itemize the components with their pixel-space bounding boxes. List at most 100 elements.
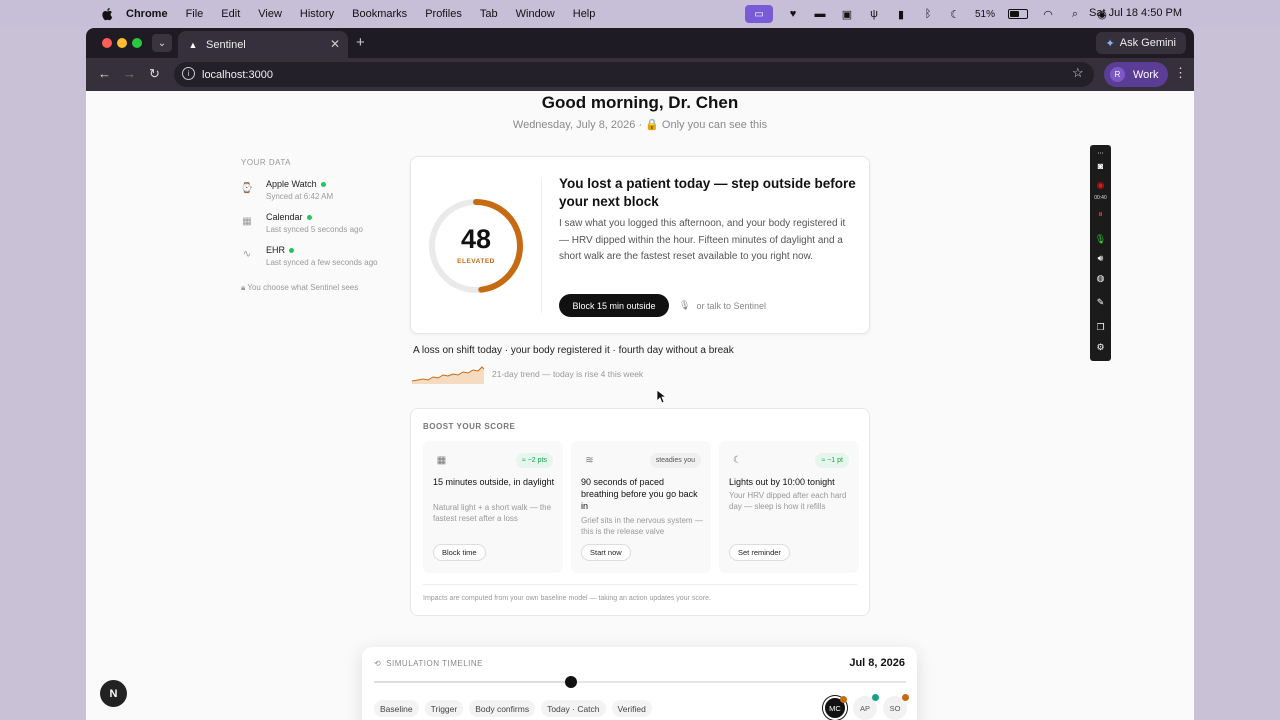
bluetooth-icon[interactable]: ᛒ [921, 7, 935, 21]
privacy-note: 🔒︎ You choose what Sentinel sees [241, 283, 401, 293]
breath-icon: ≋ [585, 455, 594, 466]
site-info-icon[interactable]: i [182, 67, 195, 80]
block-outside-button[interactable]: Block 15 min outside [559, 294, 669, 317]
gemini-sparkle-icon: ✦ [1105, 37, 1115, 50]
mouse-cursor-icon [657, 390, 667, 404]
action-description: Natural light + a short walk — the faste… [433, 503, 552, 523]
macos-menu-bar: Chrome File Edit View History Bookmarks … [0, 0, 1280, 27]
impact-badge: ≈ −1 pt [815, 453, 849, 468]
nextjs-dev-badge[interactable]: N [100, 680, 127, 707]
divider [541, 177, 542, 313]
start-now-button[interactable]: Start now [581, 544, 631, 561]
back-arrow-icon[interactable]: ← [98, 66, 111, 81]
close-window-button[interactable] [102, 38, 112, 48]
bookmark-star-icon[interactable]: ☆ [1072, 65, 1084, 81]
microphone-icon[interactable]: 🎙︎ [1093, 232, 1108, 247]
usb-icon[interactable]: ψ [867, 7, 881, 21]
fullscreen-window-button[interactable] [132, 38, 142, 48]
menu-history[interactable]: History [300, 8, 334, 20]
stage-baseline[interactable]: Baseline [374, 700, 419, 717]
block-time-button[interactable]: Block time [433, 544, 486, 561]
status-badge [872, 694, 879, 701]
windows-icon[interactable]: ❐ [1093, 320, 1108, 335]
forward-arrow-icon[interactable]: → [123, 66, 136, 81]
browser-window: ⌄ ▲ Sentinel ✕ + ✦ Ask Gemini ← → ↻ i lo… [86, 28, 1194, 720]
menu-bookmarks[interactable]: Bookmarks [352, 8, 407, 20]
annotate-icon[interactable]: ✎ [1093, 295, 1108, 310]
source-ehr[interactable]: ∿ EHR Last synced a few seconds ago [241, 245, 401, 267]
avatar-mc[interactable]: MC [823, 696, 847, 720]
avatar-initials: MC [829, 703, 841, 713]
avatar-ap[interactable]: AP [853, 694, 879, 720]
moon-icon[interactable]: ☾ [948, 7, 962, 21]
timeline-stages: Baseline Trigger Body confirms Today · C… [374, 700, 652, 717]
source-name: EHR [266, 245, 286, 255]
talk-to-sentinel-button[interactable]: 🎙︎ or talk to Sentinel [679, 300, 766, 311]
stage-today-catch[interactable]: Today · Catch [541, 700, 606, 717]
apple-icon[interactable] [100, 7, 114, 21]
action-title: Lights out by 10:00 tonight [729, 477, 835, 487]
watch-icon: ⌚ [240, 182, 254, 194]
menu-app-name[interactable]: Chrome [126, 8, 168, 20]
action-title: 15 minutes outside, in daylight [433, 477, 555, 487]
screen-share-icon[interactable]: ▭ [745, 5, 773, 23]
menu-help[interactable]: Help [573, 8, 596, 20]
minimize-window-button[interactable] [117, 38, 127, 48]
tab-search-icon[interactable]: ⌄ [152, 34, 172, 52]
source-calendar[interactable]: ▦ Calendar Last synced 5 seconds ago [241, 212, 401, 234]
profile-avatar: R [1110, 67, 1125, 82]
reload-icon[interactable]: ↻ [149, 66, 160, 82]
menu-clock[interactable]: Sat Jul 18 4:50 PM [1089, 7, 1182, 19]
address-bar[interactable]: i localhost:3000 [174, 62, 1094, 87]
stage-verified[interactable]: Verified [611, 700, 652, 717]
chrome-menu-icon[interactable]: ⋮ [1174, 65, 1187, 81]
ask-gemini-button[interactable]: ✦ Ask Gemini [1095, 32, 1186, 54]
speaker-icon[interactable]: 🔊︎ [1093, 251, 1108, 266]
source-name: Calendar [266, 212, 303, 222]
new-tab-icon[interactable]: + [356, 34, 365, 51]
menu-edit[interactable]: Edit [221, 8, 240, 20]
menu-view[interactable]: View [258, 8, 282, 20]
webcam-icon[interactable]: ◍ [1093, 271, 1108, 286]
score-value: 48 [460, 224, 492, 254]
avatar-so[interactable]: SO [883, 694, 909, 720]
stage-body-confirms[interactable]: Body confirms [469, 700, 536, 717]
source-apple-watch[interactable]: ⌚ Apple Watch Synced at 6:42 AM [241, 179, 401, 201]
timeline-knob[interactable] [564, 676, 577, 688]
insight-title: You lost a patient today — step outside … [559, 176, 856, 209]
menu-tab[interactable]: Tab [480, 8, 498, 20]
menu-window[interactable]: Window [516, 8, 555, 20]
timeline-fill [374, 681, 571, 683]
menu-file[interactable]: File [186, 8, 204, 20]
divider [423, 584, 857, 585]
menu-extra-icon[interactable]: ▬ [813, 7, 827, 21]
simulation-timeline: ⟲ SIMULATION TIMELINE Jul 8, 2026 Baseli… [362, 647, 917, 720]
menu-profiles[interactable]: Profiles [425, 8, 462, 20]
stage-trigger[interactable]: Trigger [424, 700, 464, 717]
stress-score-gauge: 48 ELEVATED [427, 197, 525, 295]
wifi-icon[interactable]: ◠ [1041, 7, 1055, 21]
impact-badge: steadies you [649, 453, 701, 468]
data-sources-sidebar: YOUR DATA ⌚ Apple Watch Synced at 6:42 A… [241, 158, 401, 293]
pause-icon[interactable]: ⏸︎ [1093, 207, 1108, 222]
calendar-icon: ▦ [436, 455, 447, 466]
timeline-slider[interactable] [374, 676, 906, 688]
phone-icon[interactable]: ▮ [894, 7, 908, 21]
gear-icon[interactable]: ⚙︎ [1093, 340, 1108, 355]
battery-icon[interactable] [1008, 9, 1029, 19]
tab-sentinel[interactable]: ▲ Sentinel ✕ [178, 31, 348, 58]
camera-icon[interactable]: ◙ [1093, 158, 1108, 173]
close-tab-icon[interactable]: ✕ [330, 37, 340, 51]
persona-avatars: MC AP SO [823, 694, 909, 720]
status-badge [902, 694, 909, 701]
record-stop-icon[interactable]: ◉ [1093, 178, 1108, 193]
image-icon[interactable]: ▣ [840, 7, 854, 21]
vpn-icon[interactable]: ♥ [786, 7, 800, 21]
tab-title: Sentinel [206, 38, 246, 51]
action-card-breathing: ≋ steadies you 90 seconds of paced breat… [571, 441, 711, 573]
url-text: localhost:3000 [202, 68, 273, 81]
battery-percent: 51% [975, 8, 996, 20]
profile-button[interactable]: R Work [1104, 62, 1169, 87]
search-icon[interactable]: ⌕ [1068, 7, 1082, 21]
set-reminder-button[interactable]: Set reminder [729, 544, 790, 561]
